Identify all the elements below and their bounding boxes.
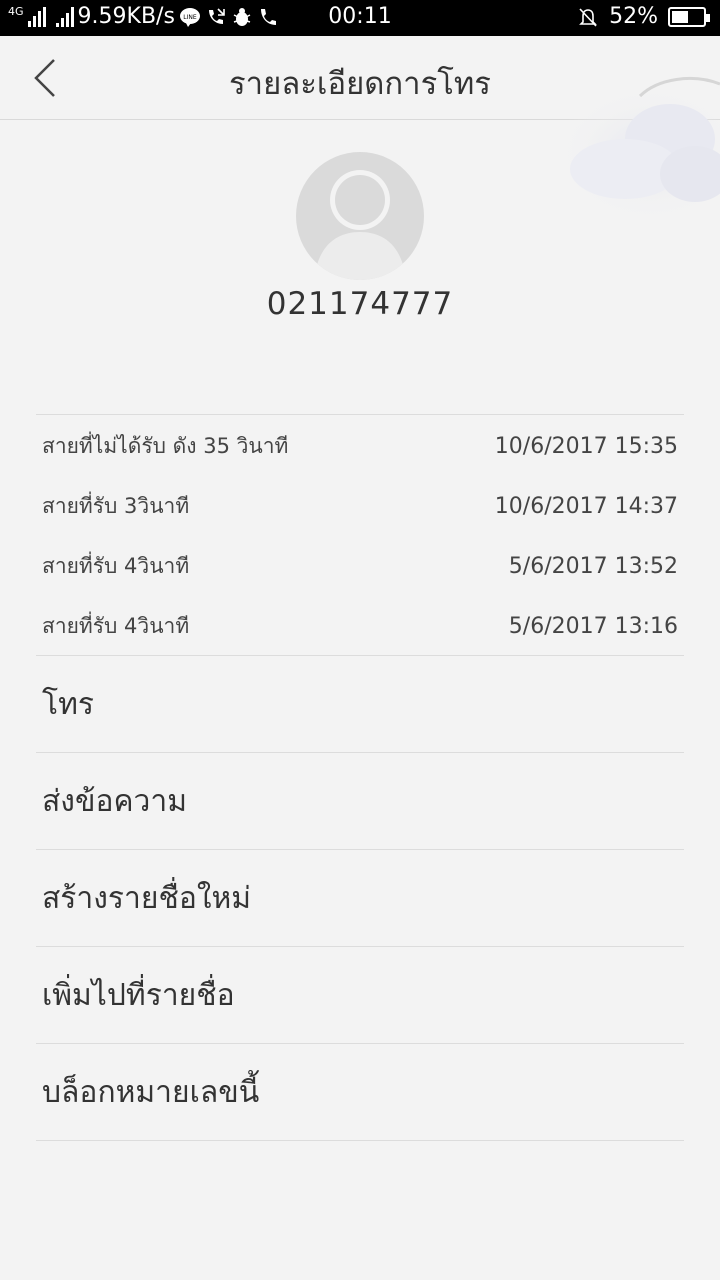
call-log-type: สายที่ไม่ได้รับ ดัง 35 วินาที: [42, 433, 289, 458]
call-log-row: สายที่รับ 4วินาที 5/6/2017 13:52: [36, 536, 684, 596]
call-label: โทร: [42, 686, 95, 722]
contact-phone-number: 021174777: [266, 286, 454, 322]
block-number-button[interactable]: บล็อกหมายเลขนี้: [36, 1044, 684, 1141]
call-log-datetime: 5/6/2017 13:16: [508, 613, 678, 639]
call-log-type: สายที่รับ 3วินาที: [42, 493, 190, 518]
create-contact-button[interactable]: สร้างรายชื่อใหม่: [36, 850, 684, 947]
call-button[interactable]: โทร: [36, 656, 684, 753]
call-log-type: สายที่รับ 4วินาที: [42, 553, 190, 578]
call-log-row: สายที่รับ 4วินาที 5/6/2017 13:16: [36, 596, 684, 656]
clock: 00:11: [328, 4, 392, 29]
call-log-datetime: 5/6/2017 13:52: [508, 553, 678, 579]
mute-bell-icon: [579, 7, 598, 27]
block-number-label: บล็อกหมายเลขนี้: [42, 1074, 260, 1110]
battery-percent: 52%: [609, 4, 658, 29]
call-log-list: สายที่ไม่ได้รับ ดัง 35 วินาที 10/6/2017 …: [36, 414, 684, 656]
call-log-datetime: 10/6/2017 14:37: [494, 493, 678, 519]
battery-icon: [668, 6, 710, 27]
avatar: [296, 152, 424, 280]
add-to-contact-label: เพิ่มไปที่รายชื่อ: [42, 977, 235, 1013]
call-log-row: สายที่รับ 3วินาที 10/6/2017 14:37: [36, 476, 684, 536]
person-icon: [314, 170, 406, 280]
cloud-decoration: [555, 76, 720, 224]
call-log-type: สายที่รับ 4วินาที: [42, 613, 190, 638]
send-message-button[interactable]: ส่งข้อความ: [36, 753, 684, 850]
create-contact-label: สร้างรายชื่อใหม่: [42, 880, 252, 916]
call-log-datetime: 10/6/2017 15:35: [494, 433, 678, 459]
call-log-row: สายที่ไม่ได้รับ ดัง 35 วินาที 10/6/2017 …: [36, 416, 684, 476]
status-bar: 4G 9.59KB/s LINE 00:11 52%: [0, 0, 720, 36]
send-message-label: ส่งข้อความ: [42, 783, 188, 819]
add-to-contact-button[interactable]: เพิ่มไปที่รายชื่อ: [36, 947, 684, 1044]
